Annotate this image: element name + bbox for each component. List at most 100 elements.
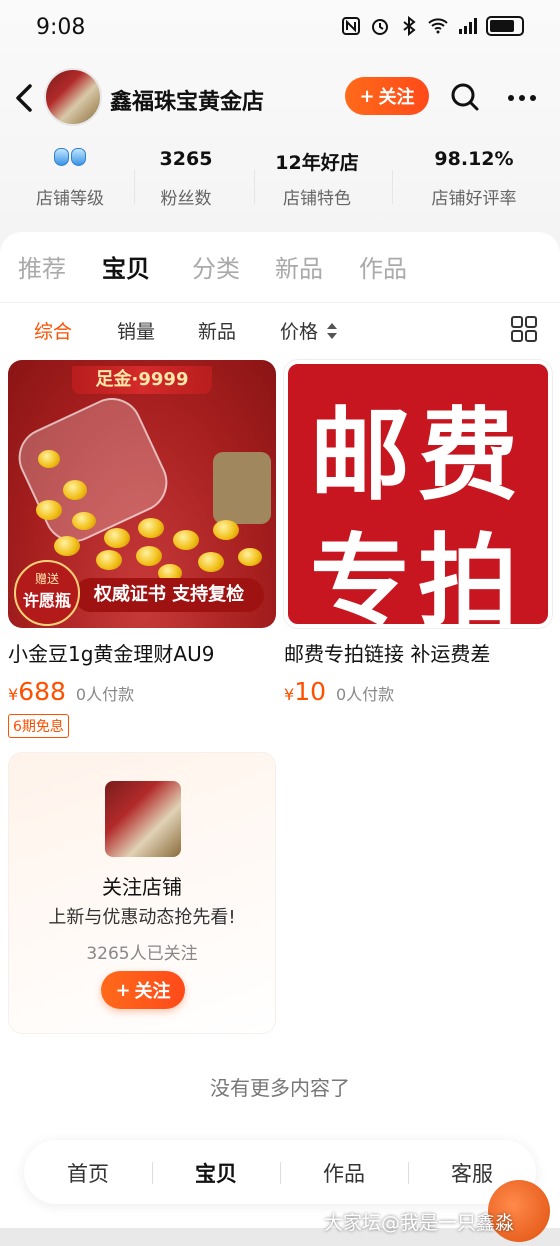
stat-value: 98.12% xyxy=(434,148,514,170)
divider xyxy=(408,1162,409,1184)
tab-new[interactable]: 新品 xyxy=(275,249,323,284)
gift-badge: 赠送 许愿瓶 xyxy=(14,560,80,626)
tab-category[interactable]: 分类 xyxy=(192,249,240,284)
tab-products[interactable]: 宝贝 xyxy=(102,249,150,284)
alarm-icon xyxy=(372,19,388,35)
status-bar: 9:08 xyxy=(0,0,560,58)
tab-recommend[interactable]: 推荐 xyxy=(18,249,66,284)
grid-view-icon[interactable] xyxy=(510,315,538,343)
battery-icon xyxy=(486,16,524,36)
nav-works[interactable]: 作品 xyxy=(294,1158,394,1188)
shop-name[interactable]: 鑫福珠宝黄金店 xyxy=(110,84,264,116)
gold-bean xyxy=(238,548,262,566)
price-value: 10 xyxy=(294,677,326,706)
image-banner: 足金·9999 xyxy=(72,366,212,394)
divider xyxy=(152,1162,153,1184)
divider xyxy=(134,170,135,204)
nav-home[interactable]: 首页 xyxy=(38,1158,138,1188)
follow-card-title: 关注店铺 xyxy=(102,875,182,899)
divider xyxy=(280,1162,281,1184)
follow-card-subtitle: 上新与优惠动态抢先看! xyxy=(48,907,236,928)
gold-bean xyxy=(54,536,80,556)
status-icons xyxy=(341,16,524,36)
diamond-icon xyxy=(71,148,86,166)
gold-bean xyxy=(136,546,162,566)
bluetooth-icon xyxy=(403,16,416,36)
plus-icon: + xyxy=(359,85,375,107)
product-title[interactable]: 邮费专拍链接 补运费差 xyxy=(284,638,552,667)
stat-fans[interactable]: 3265 粉丝数 xyxy=(136,148,236,209)
price-row: ¥10 0人付款 xyxy=(284,677,552,706)
shop-thumbnail xyxy=(105,781,181,857)
tab-works[interactable]: 作品 xyxy=(359,249,407,284)
gift-bottom-text: 许愿瓶 xyxy=(22,591,71,610)
gold-bean xyxy=(138,518,164,538)
gold-bean xyxy=(38,450,60,468)
signal-icon xyxy=(459,18,477,34)
gold-bean xyxy=(36,500,62,520)
price-row: ¥688 0人付款 xyxy=(8,677,276,706)
watermark-text: 大家坛@我是一只鑫淼 xyxy=(324,1212,515,1234)
more-icon[interactable] xyxy=(506,84,538,112)
gold-bean xyxy=(72,512,96,530)
filter-sales[interactable]: 销量 xyxy=(117,317,155,344)
filter-price[interactable]: 价格 xyxy=(280,317,338,344)
product-card[interactable]: 足金·9999 权威证书 支持复检 赠送 许愿瓶 小金豆1g黄金理财AU9 ¥6… xyxy=(8,360,276,738)
stat-label: 店铺好评率 xyxy=(431,189,517,209)
paid-count: 0人付款 xyxy=(336,685,395,704)
stat-feature[interactable]: 12年好店 店铺特色 xyxy=(262,148,372,209)
jar-cork xyxy=(213,452,271,524)
price: ¥688 xyxy=(8,677,66,706)
follow-button[interactable]: + 关注 xyxy=(345,77,429,115)
filter-overall[interactable]: 综合 xyxy=(34,317,72,344)
content-card: 推荐 宝贝 分类 新品 作品 综合 销量 新品 价格 足金·9999 权威证书 … xyxy=(0,232,560,1246)
filter-price-label: 价格 xyxy=(280,321,319,343)
plus-icon: + xyxy=(115,979,131,1001)
gold-bean xyxy=(198,552,224,572)
tab-bar: 推荐 宝贝 分类 新品 作品 xyxy=(0,232,560,300)
divider xyxy=(254,170,255,204)
stat-shop-level[interactable]: 店铺等级 xyxy=(20,148,120,209)
follow-card-button[interactable]: + 关注 xyxy=(101,971,185,1009)
bottom-nav: 首页 宝贝 作品 客服 xyxy=(24,1140,536,1204)
installment-badge: 6期免息 xyxy=(8,714,69,738)
currency-symbol: ¥ xyxy=(8,685,19,704)
stat-value: 3265 xyxy=(159,148,213,170)
nfc-icon xyxy=(342,17,360,35)
price-value: 688 xyxy=(18,677,66,706)
follow-shop-card: 关注店铺 上新与优惠动态抢先看! 3265人已关注 + 关注 xyxy=(8,752,276,1034)
level-diamonds xyxy=(20,148,120,178)
back-arrow-icon[interactable] xyxy=(10,82,38,114)
gold-bean xyxy=(213,520,239,540)
no-more-text: 没有更多内容了 xyxy=(210,1076,350,1100)
follow-label: 关注 xyxy=(378,87,415,108)
stat-rating[interactable]: 98.12% 店铺好评率 xyxy=(414,148,534,209)
price: ¥10 xyxy=(284,677,326,706)
paid-count: 0人付款 xyxy=(75,685,135,704)
filter-new[interactable]: 新品 xyxy=(198,317,236,344)
gift-top-text: 赠送 xyxy=(34,572,59,586)
shop-stats: 店铺等级 3265 粉丝数 12年好店 店铺特色 98.12% 店铺好评率 xyxy=(0,148,560,218)
product-image[interactable]: 邮费 专拍 xyxy=(284,360,552,628)
follower-count: 3265人已关注 xyxy=(86,944,198,964)
status-time: 9:08 xyxy=(36,15,86,40)
gold-bean xyxy=(104,528,130,548)
nav-products[interactable]: 宝贝 xyxy=(166,1158,266,1188)
product-title[interactable]: 小金豆1g黄金理财AU9 xyxy=(8,638,276,667)
product-image[interactable]: 足金·9999 权威证书 支持复检 赠送 许愿瓶 xyxy=(8,360,276,628)
image-text-line1: 邮费 xyxy=(310,397,526,514)
wifi-icon xyxy=(428,18,448,34)
sort-arrows-icon xyxy=(327,323,338,339)
divider xyxy=(392,170,393,204)
stat-value: 12年好店 xyxy=(275,152,359,174)
search-icon[interactable] xyxy=(450,82,480,112)
stat-label: 粉丝数 xyxy=(160,189,212,209)
diamond-icon xyxy=(54,148,69,166)
gold-bean xyxy=(96,550,122,570)
currency-symbol: ¥ xyxy=(284,685,295,704)
gold-bean xyxy=(63,480,87,500)
shop-page: 9:08 鑫福珠宝黄金店 + 关注 店铺等级 3265 粉丝数 12年好店 店铺… xyxy=(0,0,560,1246)
stat-label: 店铺特色 xyxy=(283,189,351,209)
product-card[interactable]: 邮费 专拍 邮费专拍链接 补运费差 ¥10 0人付款 xyxy=(284,360,552,706)
shop-avatar[interactable] xyxy=(44,68,102,126)
